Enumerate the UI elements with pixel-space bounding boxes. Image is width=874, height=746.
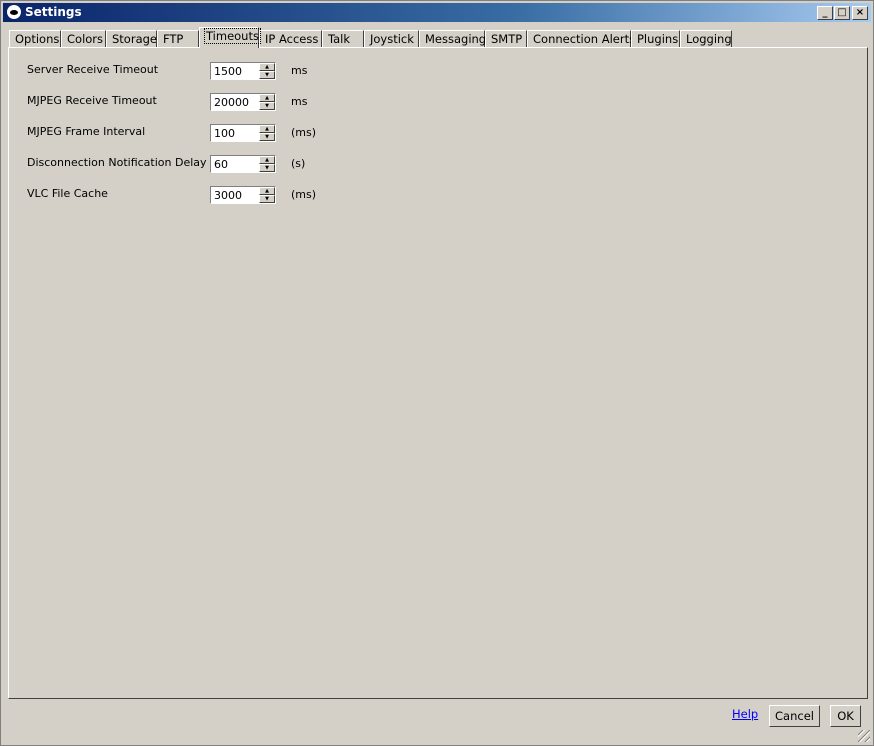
unit-label: (ms) [291,188,317,201]
spinner-value[interactable]: 3000 [214,189,242,202]
app-eye-icon [7,5,21,19]
server-receive-timeout-spinner[interactable]: 1500 ▲ ▼ [210,62,276,80]
mjpeg-receive-timeout-spinner[interactable]: 20000 ▲ ▼ [210,93,276,111]
spin-up-icon[interactable]: ▲ [259,125,275,133]
spinner-value[interactable]: 60 [214,158,228,171]
spinner-value[interactable]: 20000 [214,96,249,109]
spin-up-icon[interactable]: ▲ [259,63,275,71]
tab-connection-alerts[interactable]: Connection Alerts [527,30,635,48]
tab-ip-access[interactable]: IP Access [259,30,322,48]
tab-logging[interactable]: Logging [680,30,732,48]
unit-label: ms [291,64,308,77]
maximize-button[interactable]: □ [834,6,850,20]
tab-messaging[interactable]: Messaging [419,30,486,48]
spin-up-icon[interactable]: ▲ [259,94,275,102]
title-bar[interactable]: Settings _ □ × [3,3,871,22]
tab-timeouts[interactable]: Timeouts [199,27,261,48]
unit-label: (s) [291,157,306,170]
spin-up-icon[interactable]: ▲ [259,187,275,195]
help-link[interactable]: Help [732,707,758,721]
unit-label: (ms) [291,126,317,139]
disconnection-notification-delay-label: Disconnection Notification Delay [27,156,207,169]
timeouts-panel: Server Receive Timeout 1500 ▲ ▼ ms MJPEG … [8,47,868,699]
spin-down-icon[interactable]: ▼ [259,102,275,110]
tab-options[interactable]: Options [9,30,61,48]
tab-joystick[interactable]: Joystick [364,30,419,48]
spin-up-icon[interactable]: ▲ [259,156,275,164]
spinner-value[interactable]: 1500 [214,65,242,78]
disconnection-notification-delay-spinner[interactable]: 60 ▲ ▼ [210,155,276,173]
mjpeg-receive-timeout-label: MJPEG Receive Timeout [27,94,157,107]
spin-down-icon[interactable]: ▼ [259,133,275,141]
close-button[interactable]: × [852,6,868,20]
ok-button[interactable]: OK [830,705,861,727]
vlc-file-cache-label: VLC File Cache [27,187,108,200]
settings-window: Settings _ □ × Options Colors Storage FT… [0,0,874,746]
mjpeg-frame-interval-spinner[interactable]: 100 ▲ ▼ [210,124,276,142]
unit-label: ms [291,95,308,108]
minimize-button[interactable]: _ [817,6,833,20]
window-title: Settings [25,5,82,19]
tab-smtp[interactable]: SMTP [485,30,527,48]
spin-down-icon[interactable]: ▼ [259,71,275,79]
spinner-value[interactable]: 100 [214,127,235,140]
cancel-button[interactable]: Cancel [769,705,820,727]
spin-down-icon[interactable]: ▼ [259,195,275,203]
spin-down-icon[interactable]: ▼ [259,164,275,172]
vlc-file-cache-spinner[interactable]: 3000 ▲ ▼ [210,186,276,204]
tab-storage[interactable]: Storage [106,30,157,48]
tab-plugins[interactable]: Plugins [631,30,680,48]
resize-grip-icon[interactable] [858,730,870,742]
server-receive-timeout-label: Server Receive Timeout [27,63,159,76]
tab-colors[interactable]: Colors [61,30,106,48]
tab-talk[interactable]: Talk [322,30,364,48]
mjpeg-frame-interval-label: MJPEG Frame Interval [27,125,146,138]
tab-ftp[interactable]: FTP [157,30,199,48]
